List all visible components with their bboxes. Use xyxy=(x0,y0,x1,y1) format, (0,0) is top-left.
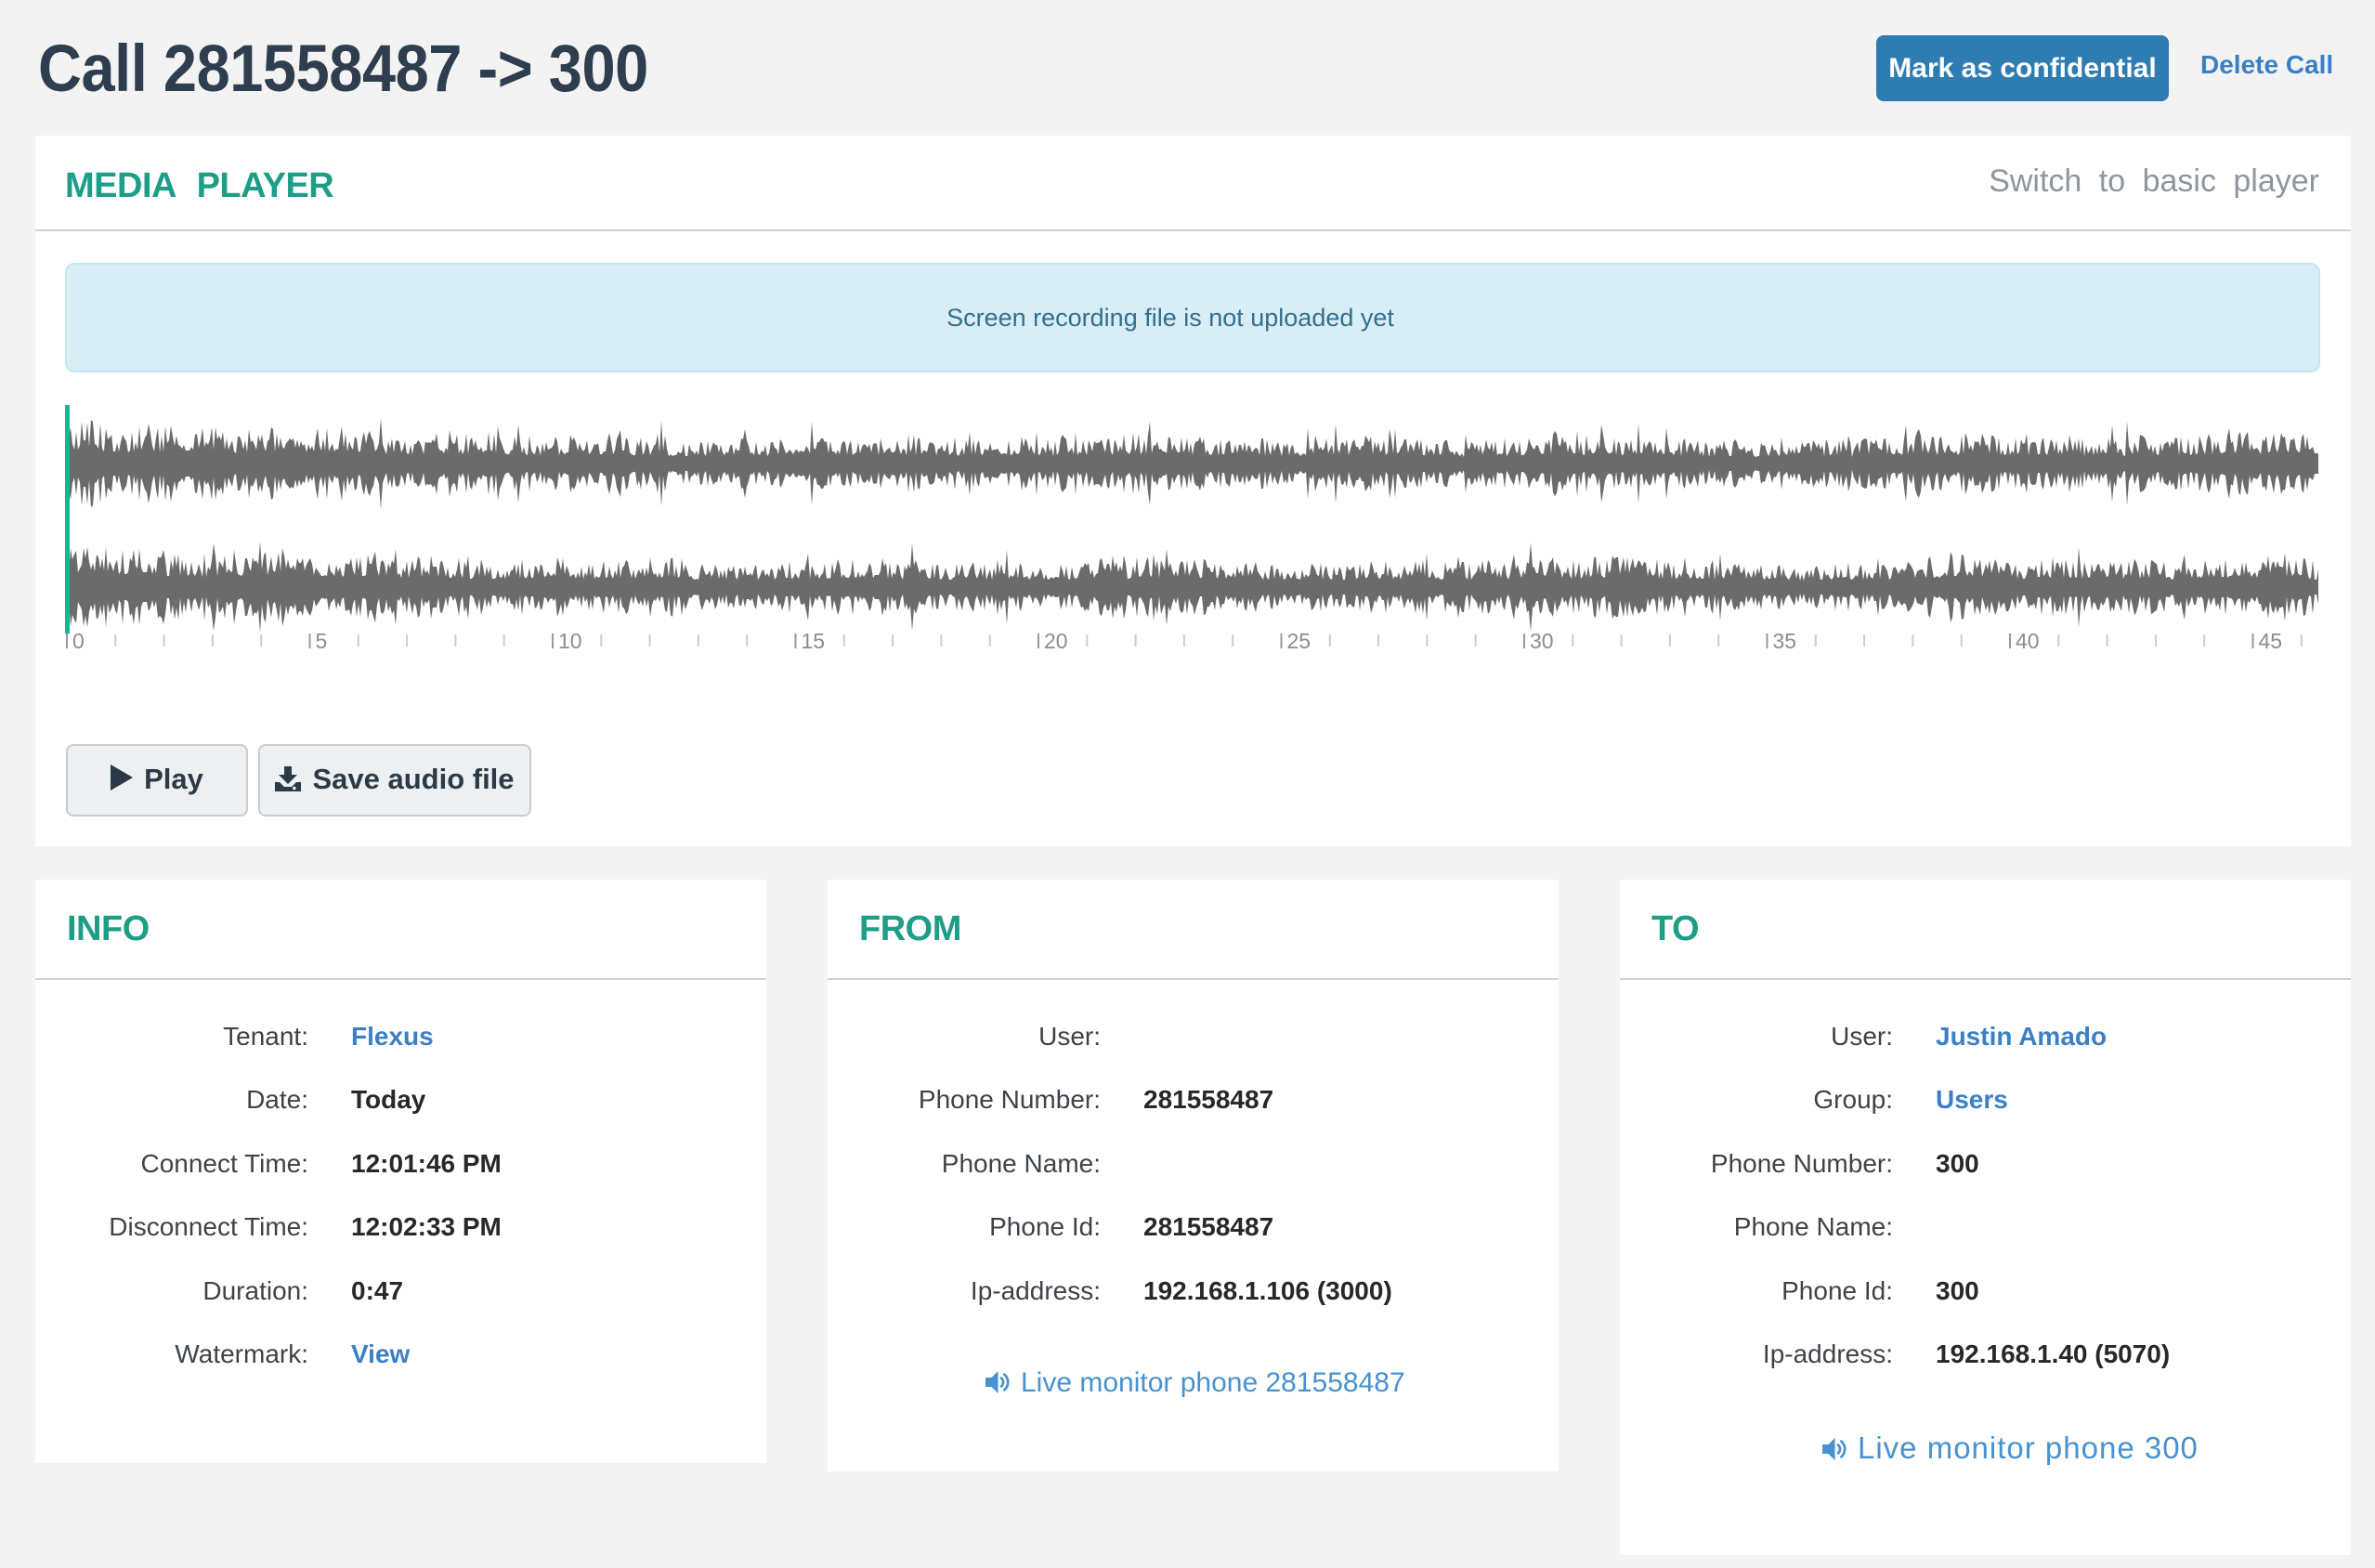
svg-text:5: 5 xyxy=(316,629,328,653)
svg-text:10: 10 xyxy=(558,629,582,653)
svg-text:0: 0 xyxy=(72,629,85,653)
svg-text:45: 45 xyxy=(2259,629,2283,653)
svg-text:30: 30 xyxy=(1530,629,1554,653)
svg-text:25: 25 xyxy=(1287,629,1311,653)
svg-text:20: 20 xyxy=(1044,629,1068,653)
svg-text:15: 15 xyxy=(802,629,826,653)
svg-text:40: 40 xyxy=(2016,629,2040,653)
svg-text:35: 35 xyxy=(1773,629,1797,653)
